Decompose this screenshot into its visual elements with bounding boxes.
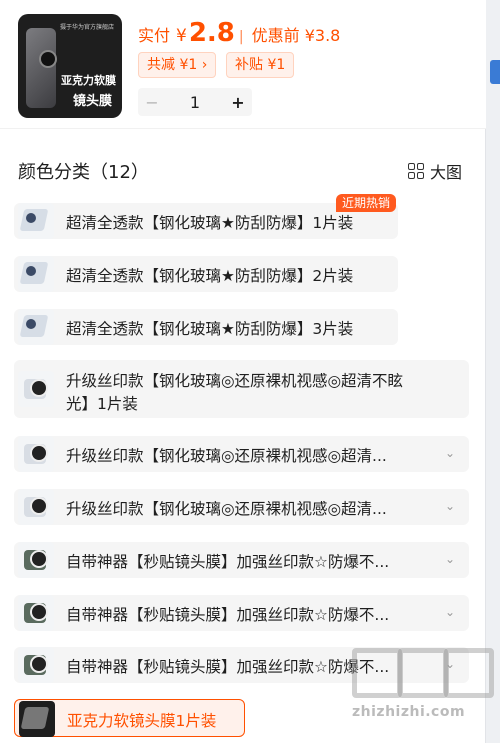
product-header: 摄于华为官方旗舰店 亚克力软膜 镜头膜 实付 ¥ 2.8 | 优惠前 ¥3.8 … [0, 0, 486, 129]
increase-button[interactable]: + [224, 93, 252, 112]
chevron-down-icon[interactable]: ⌄ [445, 552, 455, 566]
option-label: 升级丝印款【钢化玻璃◎还原裸机视感◎超清... [66, 447, 387, 465]
option-thumbnail [18, 542, 54, 578]
option-thumbnail [18, 436, 54, 472]
quantity-value[interactable]: 1 [166, 93, 224, 112]
option-label: 超清全透款【钢化玻璃★防刮防爆】2片装 [66, 267, 354, 285]
thumb-subtitle: 镜头膜 [72, 94, 112, 109]
decrease-button[interactable]: − [138, 93, 166, 112]
option-4[interactable]: 升级丝印款【钢化玻璃◎还原裸机视感◎超清不眩 光】1片装 [14, 360, 469, 418]
option-label: 自带神器【秒贴镜头膜】加强丝印款☆防爆不... [66, 553, 390, 571]
chevron-down-icon[interactable]: ⌄ [445, 446, 455, 460]
price-row: 实付 ¥ 2.8 | 优惠前 ¥3.8 [138, 18, 340, 48]
hot-badge: 近期热销 [336, 194, 397, 212]
price-separator: | [238, 29, 244, 45]
option-thumbnail [18, 595, 54, 631]
price-value: 2.8 [188, 18, 235, 48]
option-thumbnail [18, 203, 54, 239]
chevron-down-icon[interactable]: ⌄ [445, 605, 455, 619]
chevron-down-icon[interactable]: ⌄ [445, 499, 455, 513]
grid-icon [408, 163, 424, 179]
watermark-text: zhizhizhi.com [352, 704, 466, 720]
option-label: 自带神器【秒贴镜头膜】加强丝印款☆防爆不... [66, 606, 390, 624]
watermark: zhizhizhi.com [352, 648, 494, 738]
price-label: 实付 [138, 26, 171, 45]
option-label: 自带神器【秒贴镜头膜】加强丝印款☆防爆不... [66, 658, 390, 676]
option-thumbnail [19, 701, 55, 737]
section-title: 颜色分类（12） [18, 162, 149, 183]
option-10-selected[interactable]: 亚克力软镜头膜1片装 [14, 699, 245, 737]
side-tab[interactable] [490, 60, 500, 84]
option-5[interactable]: 升级丝印款【钢化玻璃◎还原裸机视感◎超清... ⌄ [14, 436, 469, 472]
option-6[interactable]: 升级丝印款【钢化玻璃◎还原裸机视感◎超清... ⌄ [14, 489, 469, 525]
thumb-title: 亚克力软膜 [61, 74, 116, 87]
option-thumbnail [18, 371, 54, 407]
discount-tag[interactable]: 共减 ¥1 › [138, 52, 217, 78]
big-view-label: 大图 [430, 163, 463, 182]
subsidy-tag: 补贴 ¥1 [226, 52, 295, 78]
option-thumbnail [18, 489, 54, 525]
option-thumbnail [18, 647, 54, 683]
price-currency: ¥ [176, 26, 187, 46]
option-label: 亚克力软镜头膜1片装 [67, 712, 217, 730]
option-thumbnail [18, 309, 54, 345]
side-strip [485, 0, 500, 743]
product-thumbnail[interactable]: 摄于华为官方旗舰店 亚克力软膜 镜头膜 [18, 14, 122, 118]
option-label: 升级丝印款【钢化玻璃◎还原裸机视感◎超清... [66, 500, 387, 518]
option-3[interactable]: 超清全透款【钢化玻璃★防刮防爆】3片装 [14, 309, 398, 345]
option-label-line1: 升级丝印款【钢化玻璃◎还原裸机视感◎超清不眩 [66, 372, 404, 390]
original-price: 优惠前 ¥3.8 [251, 26, 341, 45]
option-label: 超清全透款【钢化玻璃★防刮防爆】1片装 [66, 214, 354, 232]
phone-image [26, 28, 57, 108]
option-label-line2: 光】1片装 [66, 395, 138, 413]
option-7[interactable]: 自带神器【秒贴镜头膜】加强丝印款☆防爆不... ⌄ [14, 542, 469, 578]
option-label: 超清全透款【钢化玻璃★防刮防爆】3片装 [66, 320, 354, 338]
option-2[interactable]: 超清全透款【钢化玻璃★防刮防爆】2片装 [14, 256, 398, 292]
quantity-stepper: − 1 + [138, 88, 252, 116]
option-8[interactable]: 自带神器【秒贴镜头膜】加强丝印款☆防爆不... ⌄ [14, 595, 469, 631]
thumb-caption: 摄于华为官方旗舰店 [59, 24, 114, 31]
option-thumbnail [18, 256, 54, 292]
big-view-toggle[interactable]: 大图 [408, 159, 462, 183]
